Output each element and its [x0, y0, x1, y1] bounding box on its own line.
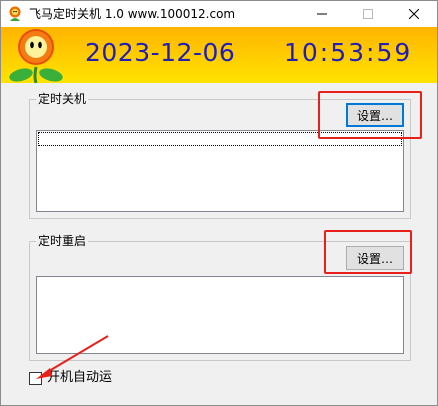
maximize-button[interactable]: [345, 1, 391, 27]
minimize-button[interactable]: [299, 1, 345, 27]
time-display: 10:53:59: [284, 38, 413, 67]
restart-group-label: 定时重启: [36, 233, 89, 249]
restart-settings-highlight: [324, 230, 412, 274]
shutdown-settings-highlight: [318, 91, 422, 139]
maximize-icon: [363, 9, 373, 19]
title-bar[interactable]: 飞马定时关机 1.0 www.100012.com: [1, 1, 437, 27]
close-button[interactable]: [391, 1, 437, 27]
red-arrow-annotation: [36, 335, 109, 379]
date-display: 2023-12-06: [85, 38, 236, 67]
flower-logo-icon: [9, 29, 63, 83]
shutdown-task-list[interactable]: [36, 130, 404, 212]
clock-banner: 2023-12-06 10:53:59: [1, 27, 437, 83]
flower-app-icon: [9, 6, 21, 21]
window-title: 飞马定时关机 1.0 www.100012.com: [29, 7, 236, 21]
shutdown-group-label: 定时关机: [36, 91, 89, 107]
minimize-icon: [317, 13, 327, 15]
close-icon: [409, 9, 419, 19]
